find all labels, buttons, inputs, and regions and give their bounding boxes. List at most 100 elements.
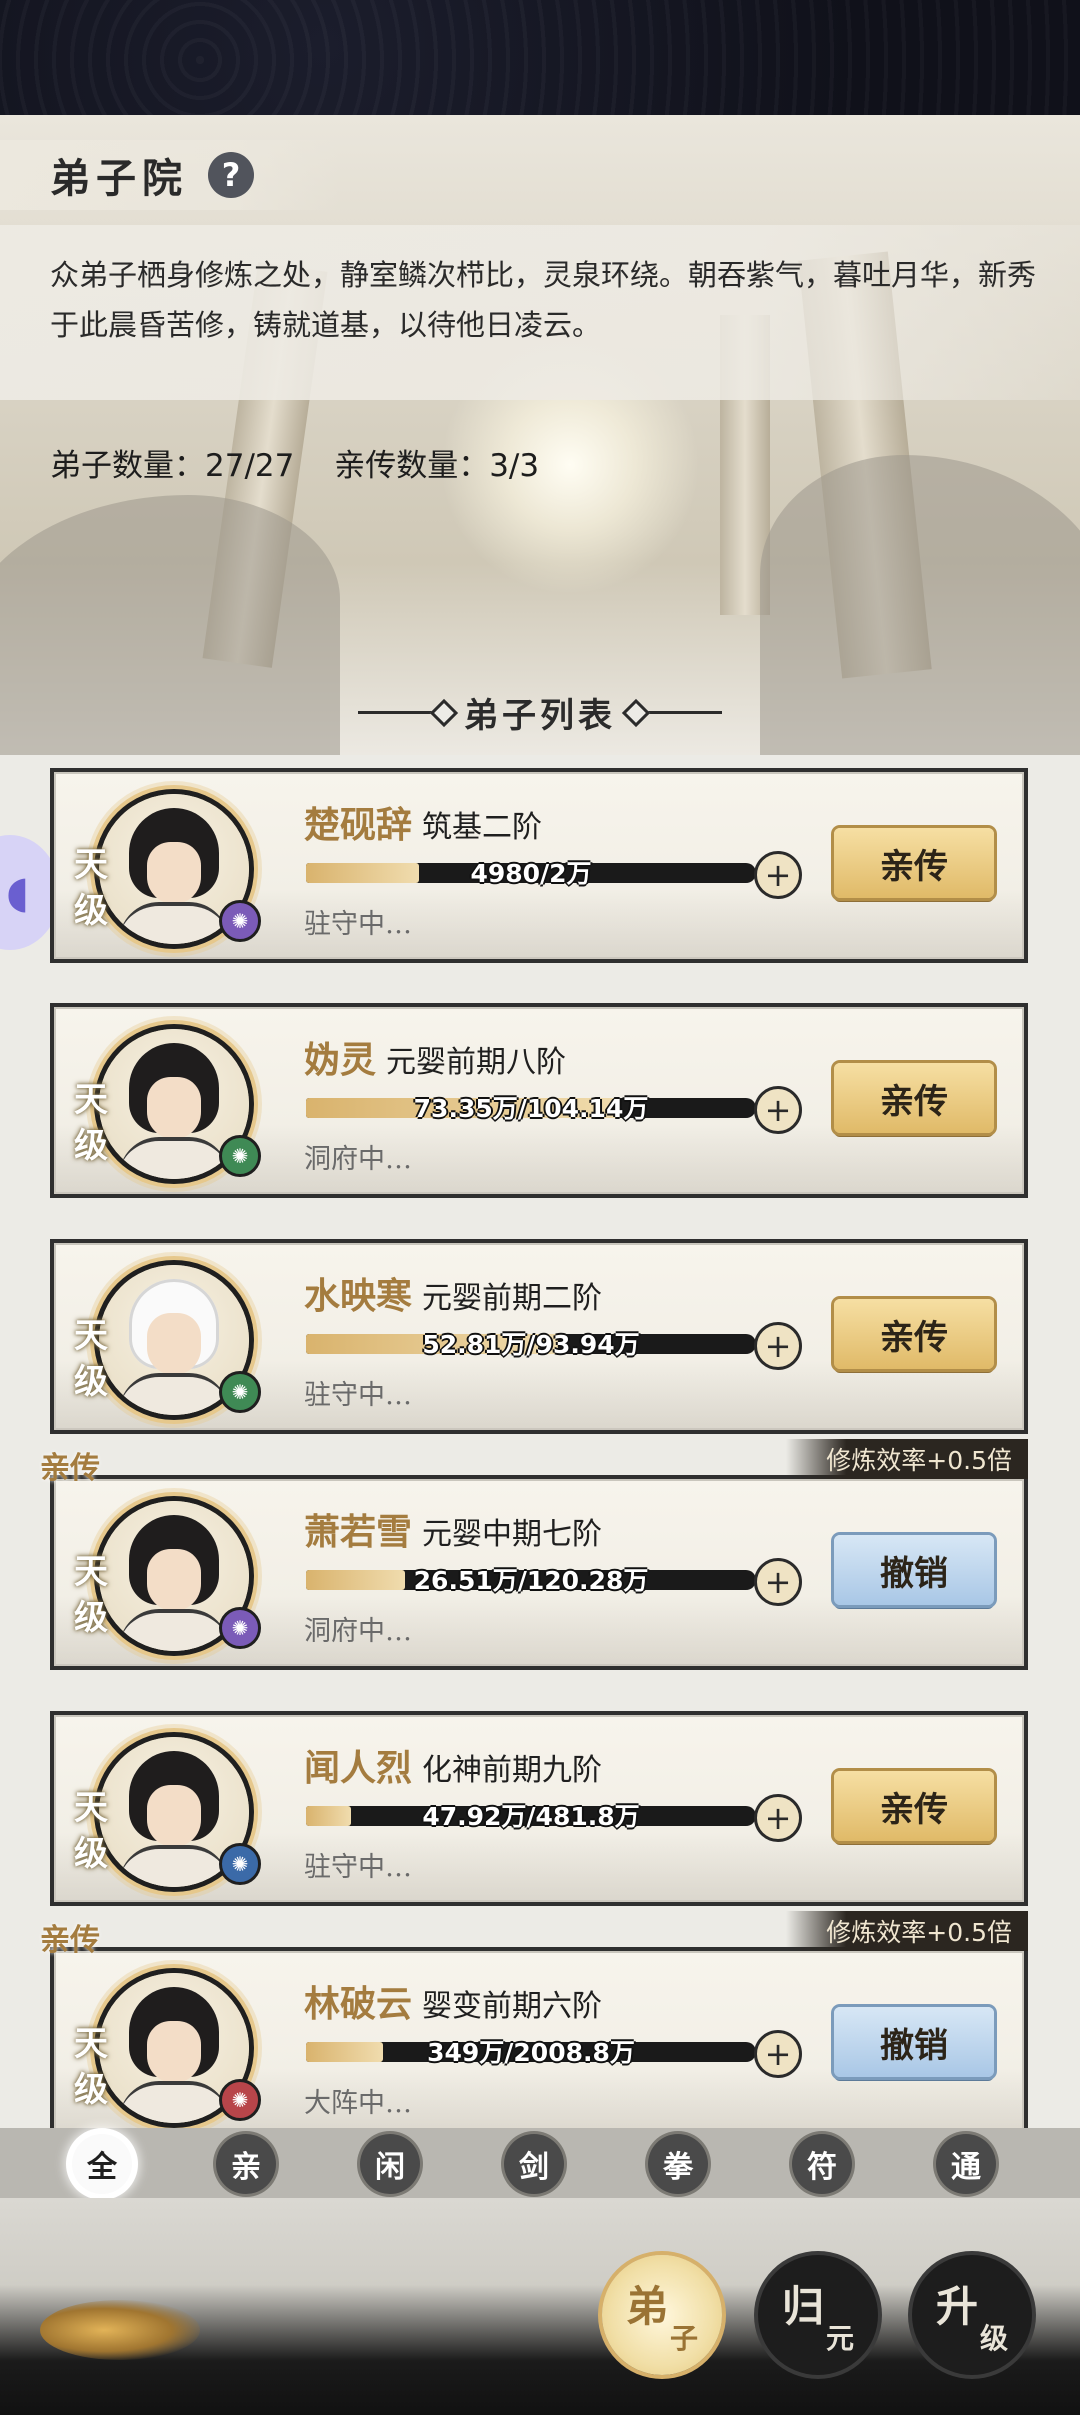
revoke-button[interactable]: 撤销 <box>834 2007 994 2077</box>
cultivation-progress-bar: 4980/2万 <box>306 859 756 888</box>
avatar-face <box>147 842 201 904</box>
avatar-face <box>147 1313 201 1375</box>
disciple-status: 大阵中… <box>304 2088 412 2119</box>
cultivation-progress-bar: 73.35万/104.14万 <box>306 1094 756 1123</box>
disciple-realm: 化神前期九阶 <box>422 1753 603 1788</box>
cultivation-progress-bar: 26.51万/120.28万 <box>306 1566 756 1595</box>
cultivation-bonus-badge: 修炼效率+0.5倍 <box>786 1911 1028 1951</box>
disciple-name-row: 妫灵 元婴前期八阶 <box>304 1031 566 1083</box>
plus-icon[interactable]: + <box>754 2030 802 2078</box>
grade-label: 天级 <box>74 845 108 931</box>
plus-icon[interactable]: + <box>754 1086 802 1134</box>
disciple-card[interactable]: 天级 ✺ 闻人烈 化神前期九阶 47.92万/481.8万 + 驻守中… 亲传 <box>50 1711 1028 1906</box>
nav-button[interactable]: 归元 <box>758 2255 878 2375</box>
filter-tab[interactable]: 亲 <box>216 2134 276 2194</box>
filter-tab[interactable]: 通 <box>936 2134 996 2194</box>
progress-text: 47.92万/481.8万 <box>422 1802 640 1831</box>
background-art <box>0 115 1080 755</box>
disciple-name-row: 萧若雪 元婴中期七阶 <box>304 1503 602 1555</box>
avatar-robe <box>119 1373 229 1415</box>
make-personal-button[interactable]: 亲传 <box>834 1771 994 1841</box>
avatar-robe <box>119 1137 229 1179</box>
disciple-status: 驻守中… <box>304 1852 412 1883</box>
disciple-name-row: 楚砚辞 筑基二阶 <box>304 796 542 848</box>
make-personal-button[interactable]: 亲传 <box>834 828 994 898</box>
description-text: 众弟子栖身修炼之处，静室鳞次栉比，灵泉环绕。朝吞紫气，暮吐月华，新秀于此晨昏苦修… <box>50 258 1037 342</box>
progress-text: 349万/2008.8万 <box>427 2038 635 2067</box>
ink-brush-decoration <box>40 2300 200 2360</box>
personal-disciple-tag: 亲传 <box>40 1451 100 1486</box>
nav-label: 升 <box>936 2282 979 2331</box>
cultivation-progress-bar: 47.92万/481.8万 <box>306 1802 756 1831</box>
ornament-left-icon <box>358 710 448 714</box>
disciple-counts: 弟子数量：27/27 亲传数量：3/3 <box>50 440 569 485</box>
disciple-status: 驻守中… <box>304 909 412 940</box>
disciple-name: 林破云 <box>304 1983 413 2025</box>
question-icon[interactable]: ? <box>208 152 254 198</box>
disciple-realm: 元婴前期八阶 <box>386 1045 567 1080</box>
element-icon: ✺ <box>219 1135 261 1177</box>
disciple-realm: 元婴中期七阶 <box>422 1517 603 1552</box>
disciple-status: 洞府中… <box>304 1144 412 1175</box>
plus-icon[interactable]: + <box>754 851 802 899</box>
avatar-face <box>147 2021 201 2083</box>
make-personal-button[interactable]: 亲传 <box>834 1299 994 1369</box>
element-icon: ✺ <box>219 900 261 942</box>
top-status-area <box>0 0 1080 115</box>
cultivation-bonus-badge: 修炼效率+0.5倍 <box>786 1439 1028 1479</box>
element-icon: ✺ <box>219 1371 261 1413</box>
disciple-name: 闻人烈 <box>304 1747 413 1789</box>
progress-text: 73.35万/104.14万 <box>413 1094 649 1123</box>
revoke-button[interactable]: 撤销 <box>834 1535 994 1605</box>
page-title: 弟子院 <box>50 155 188 202</box>
disciple-card[interactable]: 天级 ✺ 水映寒 元婴前期二阶 52.81万/93.94万 + 驻守中… 亲传 <box>50 1239 1028 1434</box>
disciple-realm: 婴变前期六阶 <box>422 1989 603 2024</box>
disciple-name-row: 林破云 婴变前期六阶 <box>304 1975 602 2027</box>
disciple-name: 水映寒 <box>304 1275 413 1317</box>
nav-sublabel: 级 <box>980 2322 1009 2355</box>
filter-tab[interactable]: 全 <box>72 2134 132 2194</box>
disciple-status: 驻守中… <box>304 1380 412 1411</box>
nav-button[interactable]: 弟子 <box>602 2255 722 2375</box>
ornament-right-icon <box>632 710 722 714</box>
disciple-realm: 元婴前期二阶 <box>422 1281 603 1316</box>
filter-tab[interactable]: 符 <box>792 2134 852 2194</box>
disciple-card[interactable]: 亲传 修炼效率+0.5倍 天级 ✺ 林破云 婴变前期六阶 349万/2008.8万… <box>40 1911 1028 2142</box>
element-icon: ✺ <box>219 1607 261 1649</box>
grade-label: 天级 <box>74 1552 108 1638</box>
filter-tab[interactable]: 拳 <box>648 2134 708 2194</box>
avatar-face <box>147 1077 201 1139</box>
cultivation-progress-bar: 52.81万/93.94万 <box>306 1330 756 1359</box>
nav-sublabel: 元 <box>826 2322 855 2355</box>
disciple-card[interactable]: 亲传 修炼效率+0.5倍 天级 ✺ 萧若雪 元婴中期七阶 26.51万/120.2… <box>40 1439 1028 1670</box>
element-icon: ✺ <box>219 1843 261 1885</box>
cultivation-progress-bar: 349万/2008.8万 <box>306 2038 756 2067</box>
progress-text: 26.51万/120.28万 <box>413 1566 649 1595</box>
filter-tab[interactable]: 剑 <box>504 2134 564 2194</box>
disciple-card[interactable]: 天级 ✺ 楚砚辞 筑基二阶 4980/2万 + 驻守中… 亲传 <box>50 768 1028 963</box>
progress-text: 52.81万/93.94万 <box>422 1330 640 1359</box>
avatar-robe <box>119 902 229 944</box>
personal-disciple-tag: 亲传 <box>40 1923 100 1958</box>
avatar-robe <box>119 1609 229 1651</box>
avatar-robe <box>119 2081 229 2123</box>
disciple-card[interactable]: 天级 ✺ 妫灵 元婴前期八阶 73.35万/104.14万 + 洞府中… 亲传 <box>50 1003 1028 1198</box>
disciple-realm: 筑基二阶 <box>422 810 543 845</box>
nav-label: 弟 <box>626 2282 669 2331</box>
disciple-count: 弟子数量：27/27 <box>50 448 295 484</box>
nav-button[interactable]: 升级 <box>912 2255 1032 2375</box>
avatar-face <box>147 1549 201 1611</box>
disciple-name: 萧若雪 <box>304 1511 413 1553</box>
progress-text: 4980/2万 <box>470 859 592 888</box>
filter-tab[interactable]: 闲 <box>360 2134 420 2194</box>
plus-icon[interactable]: + <box>754 1558 802 1606</box>
make-personal-button[interactable]: 亲传 <box>834 1063 994 1133</box>
grade-label: 天级 <box>74 1788 108 1874</box>
plus-icon[interactable]: + <box>754 1322 802 1370</box>
disciple-name-row: 闻人烈 化神前期九阶 <box>304 1739 602 1791</box>
nav-label: 归 <box>782 2282 825 2331</box>
avatar-robe <box>119 1845 229 1887</box>
element-icon: ✺ <box>219 2079 261 2121</box>
grade-label: 天级 <box>74 2024 108 2110</box>
plus-icon[interactable]: + <box>754 1794 802 1842</box>
